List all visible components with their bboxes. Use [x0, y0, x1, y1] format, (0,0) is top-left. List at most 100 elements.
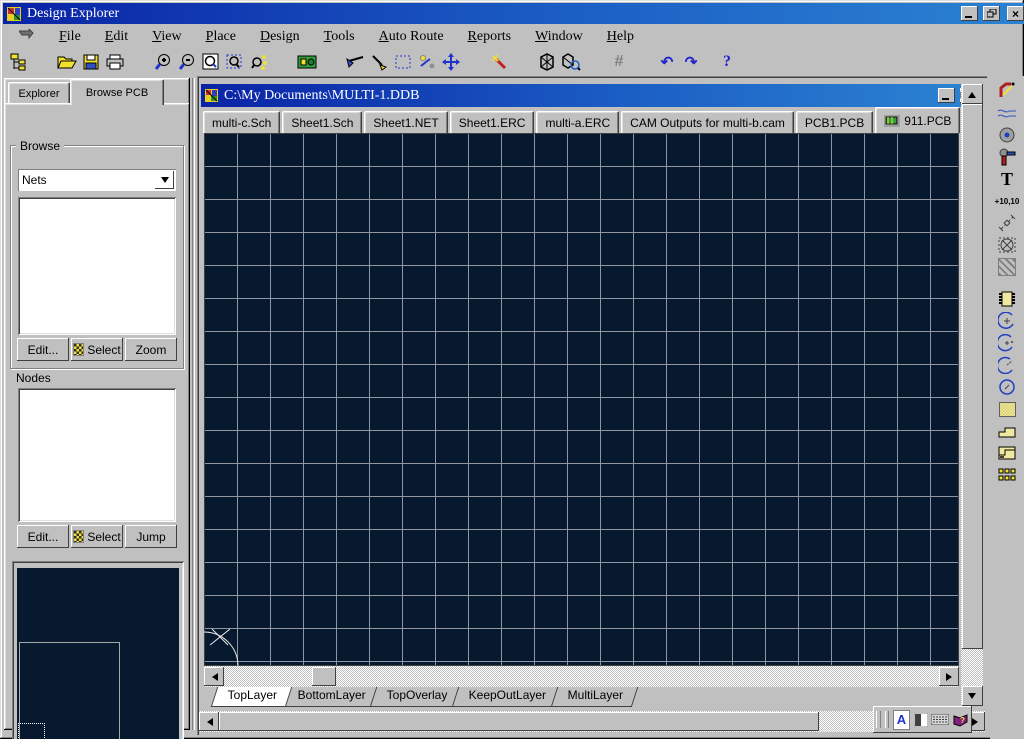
restore-button[interactable] [983, 6, 1000, 21]
place-split-plane-icon[interactable] [994, 442, 1020, 464]
board-minimap[interactable] [12, 561, 184, 739]
zoom-area-icon[interactable] [223, 50, 247, 74]
view-3d-icon[interactable] [535, 50, 559, 74]
place-coordinate-icon[interactable]: +10,10 [994, 190, 1020, 212]
tab-sheet1-erc[interactable]: Sheet1.ERC [450, 111, 535, 133]
canvas-hscroll-thumb[interactable] [312, 667, 336, 686]
nets-edit-button[interactable]: Edit... [17, 338, 69, 361]
tab-multi-c-sch[interactable]: multi-c.Sch [203, 111, 280, 133]
highlight-net-icon[interactable] [367, 50, 391, 74]
place-rectangle-fill-icon[interactable] [994, 398, 1020, 420]
browse-type-combobox[interactable]: Nets [18, 169, 176, 191]
place-fill-icon[interactable] [994, 256, 1020, 278]
nodes-listbox[interactable] [18, 388, 176, 522]
undo-icon[interactable]: ↶ [655, 50, 679, 74]
wizard-icon[interactable] [487, 50, 511, 74]
document-title-bar[interactable]: C:\My Documents\MULTI-1.DDB [201, 84, 969, 107]
contrast-mask-icon[interactable] [913, 711, 928, 729]
place-component-icon[interactable] [994, 288, 1020, 310]
minimize-button[interactable] [961, 6, 978, 21]
workspace-scroll-up-icon[interactable] [962, 84, 983, 104]
tab-sheet1-sch[interactable]: Sheet1.Sch [282, 111, 362, 133]
nodes-jump-button[interactable]: Jump [125, 525, 177, 548]
multiple-traces-icon[interactable] [994, 102, 1020, 124]
canvas-scroll-left-icon[interactable] [204, 667, 224, 686]
tab-multi-a-erc[interactable]: multi-a.ERC [536, 111, 619, 133]
zoom-point-icon[interactable] [247, 50, 271, 74]
move-object-icon[interactable] [439, 50, 463, 74]
select-area-icon[interactable] [391, 50, 415, 74]
zoom-in-icon[interactable] [151, 50, 175, 74]
help-book-icon[interactable]: ? [952, 711, 969, 729]
interactive-routing-icon[interactable] [994, 80, 1020, 102]
tab-cam-outputs[interactable]: CAM Outputs for multi-b.cam [621, 111, 794, 133]
canvas-hscrollbar[interactable] [204, 666, 959, 687]
toolbar-grip[interactable] [885, 711, 890, 728]
workspace-vscrollbar[interactable] [961, 84, 983, 706]
menu-edit[interactable]: Edit [93, 27, 140, 47]
menu-help[interactable]: Help [595, 27, 646, 47]
layer-tab-topoverlay[interactable]: TopOverlay [370, 687, 463, 707]
browse-board-icon[interactable] [295, 50, 319, 74]
letter-a-icon[interactable]: A [893, 710, 910, 730]
place-string-icon[interactable]: T [994, 168, 1020, 190]
system-arrow-icon[interactable] [3, 27, 47, 47]
menu-window[interactable]: Window [523, 27, 595, 47]
menu-reports[interactable]: Reports [456, 27, 524, 47]
place-dimension-icon[interactable] [994, 212, 1020, 234]
nodes-edit-button[interactable]: Edit... [17, 525, 69, 548]
nodes-select-button[interactable]: Select [71, 525, 123, 548]
help-icon[interactable]: ? [715, 50, 739, 74]
cross-probe-icon[interactable] [343, 50, 367, 74]
workspace-scroll-down-icon[interactable] [962, 686, 983, 706]
keyboard-icon[interactable] [931, 711, 949, 729]
pcb-canvas[interactable] [204, 133, 959, 666]
menu-file[interactable]: File [47, 27, 93, 47]
app-title-bar[interactable]: Design Explorer × [3, 3, 1024, 24]
design-manager-icon[interactable] [7, 50, 31, 74]
close-button[interactable]: × [1007, 6, 1024, 21]
place-via-icon[interactable] [994, 146, 1020, 168]
canvas-scroll-right-icon[interactable] [939, 667, 959, 686]
workspace-vscroll-thumb[interactable] [962, 104, 983, 649]
menu-auto-route[interactable]: Auto Route [367, 27, 456, 47]
place-pad-icon[interactable] [994, 124, 1020, 146]
menu-tools[interactable]: Tools [312, 27, 367, 47]
tab-sheet1-net[interactable]: Sheet1.NET [364, 111, 447, 133]
tab-explorer[interactable]: Explorer [8, 82, 70, 105]
menu-place[interactable]: Place [194, 27, 248, 47]
place-full-circle-icon[interactable] [994, 376, 1020, 398]
nets-zoom-button[interactable]: Zoom [125, 338, 177, 361]
layer-tab-bottomlayer[interactable]: BottomLayer [281, 687, 382, 707]
zoom-out-icon[interactable] [175, 50, 199, 74]
place-arc-edge-icon[interactable] [994, 310, 1020, 332]
nets-listbox[interactable] [18, 197, 176, 335]
place-polygon-plane-icon[interactable] [994, 420, 1020, 442]
zoom-all-icon[interactable] [199, 50, 223, 74]
place-pad-array-icon[interactable] [994, 464, 1020, 486]
place-room-icon[interactable] [994, 234, 1020, 256]
tab-pcb1-pcb[interactable]: PCB1.PCB [796, 111, 873, 133]
move-selection-icon[interactable] [415, 50, 439, 74]
layer-tab-keepoutlayer[interactable]: KeepOutLayer [452, 687, 562, 707]
place-arc-angle-icon[interactable] [994, 354, 1020, 376]
redo-icon[interactable]: ↷ [679, 50, 703, 74]
menu-design[interactable]: Design [248, 27, 312, 47]
nets-select-button[interactable]: Select [71, 338, 123, 361]
minimap-viewport-rect[interactable] [18, 723, 45, 739]
workspace-scroll-left-icon[interactable] [199, 712, 219, 731]
menu-view[interactable]: View [140, 27, 194, 47]
print-icon[interactable] [103, 50, 127, 74]
tab-911-pcb[interactable]: 911.PCB [875, 107, 960, 133]
browse-3d-icon[interactable] [559, 50, 583, 74]
combo-dropdown-icon[interactable] [155, 171, 174, 189]
open-document-icon[interactable] [55, 50, 79, 74]
layer-tab-multilayer[interactable]: MultiLayer [550, 687, 638, 707]
workspace-hscrollbar[interactable] [199, 711, 985, 732]
document-minimize-button[interactable] [938, 88, 955, 103]
layer-tab-toplayer[interactable]: TopLayer [211, 687, 293, 707]
toolbar-grip[interactable] [876, 711, 881, 728]
tab-browse-pcb[interactable]: Browse PCB [70, 79, 164, 105]
save-document-icon[interactable] [79, 50, 103, 74]
place-arc-center-icon[interactable] [994, 332, 1020, 354]
